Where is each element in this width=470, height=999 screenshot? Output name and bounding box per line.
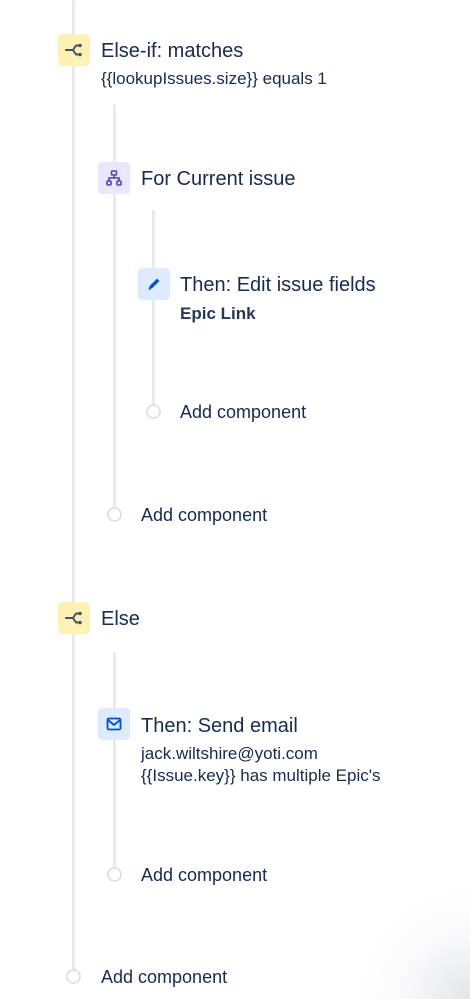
add-component-button-else-if[interactable]: Add component (141, 504, 267, 526)
hierarchy-icon (106, 170, 122, 186)
edit-action-field: Epic Link (180, 304, 256, 323)
email-action-title[interactable]: Then: Send email (141, 714, 298, 738)
branch-icon (65, 611, 82, 625)
email-action-envelope-icon[interactable] (98, 708, 130, 740)
add-component-node[interactable] (66, 969, 81, 984)
add-component-node[interactable] (107, 867, 122, 882)
for-hierarchy-icon[interactable] (98, 162, 130, 194)
else-connector-line (113, 652, 116, 868)
else-title[interactable]: Else (101, 607, 140, 631)
else-if-title[interactable]: Else-if: matches (101, 39, 243, 63)
branch-icon (65, 43, 82, 57)
for-connector-line (152, 210, 155, 406)
add-component-button-main[interactable]: Add component (101, 966, 227, 988)
pencil-icon (148, 278, 160, 290)
add-component-node[interactable] (146, 404, 161, 419)
main-connector-line (72, 0, 75, 970)
add-component-button-else[interactable]: Add component (141, 864, 267, 886)
email-action-subject: {{Issue.key}} has multiple Epic's (141, 766, 381, 785)
add-component-button-for[interactable]: Add component (180, 401, 306, 423)
add-component-node[interactable] (107, 507, 122, 522)
corner-shadow (360, 889, 470, 999)
email-action-recipient: jack.wiltshire@yoti.com (141, 744, 318, 763)
else-if-branch-icon[interactable] (58, 34, 90, 66)
edit-action-pencil-icon[interactable] (138, 268, 170, 300)
else-branch-icon[interactable] (58, 602, 90, 634)
envelope-icon (106, 717, 122, 731)
else-if-condition: {{lookupIssues.size}} equals 1 (101, 69, 327, 88)
for-title[interactable]: For Current issue (141, 167, 296, 191)
edit-action-title[interactable]: Then: Edit issue fields (180, 273, 376, 297)
